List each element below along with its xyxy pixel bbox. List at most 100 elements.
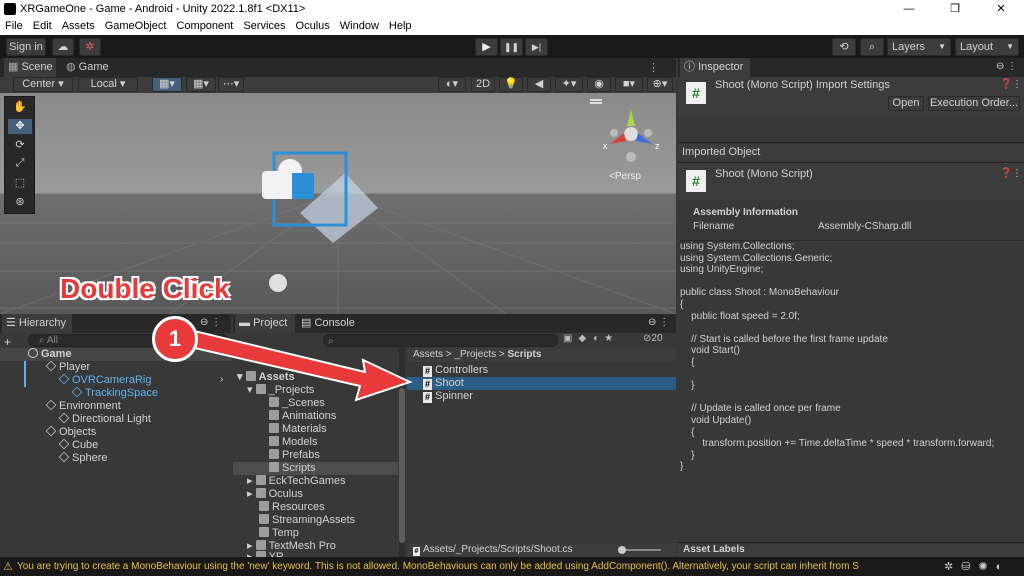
pivot-dropdown[interactable]: Center ▾ bbox=[13, 77, 73, 92]
tab-scene-label: Scene bbox=[21, 61, 53, 73]
play-button[interactable]: ▶ bbox=[475, 38, 498, 56]
script-preview: using System.Collections; using System.C… bbox=[680, 240, 1024, 502]
transform-tool-icon[interactable]: ⊛ bbox=[8, 195, 32, 210]
hierarchy-item-directional-light[interactable]: Directional Light bbox=[58, 412, 151, 426]
hidden-count[interactable]: ⊘20 bbox=[643, 333, 663, 344]
asset-labels-header[interactable]: Asset Labels bbox=[678, 542, 1024, 557]
zoom-slider[interactable] bbox=[618, 546, 661, 554]
menu-gameobject[interactable]: GameObject bbox=[100, 18, 172, 32]
menu-edit[interactable]: Edit bbox=[28, 18, 57, 32]
step-button[interactable]: ▶| bbox=[525, 38, 548, 56]
project-tree-oculus[interactable]: ▸ Oculus bbox=[247, 488, 303, 501]
increment-snap-icon[interactable]: ⋯▾ bbox=[218, 77, 244, 92]
sign-in-button[interactable]: Sign in bbox=[6, 38, 46, 56]
hierarchy-item-sphere[interactable]: Sphere bbox=[58, 451, 107, 465]
hierarchy-item-label: Cube bbox=[72, 439, 99, 451]
collab-icon[interactable]: ✲ bbox=[79, 38, 101, 56]
layout-dropdown[interactable]: Layout ▼ bbox=[955, 38, 1019, 56]
drag-handle-icon[interactable] bbox=[590, 99, 602, 101]
space-label: Local bbox=[90, 78, 117, 90]
menu-component[interactable]: Component bbox=[171, 18, 238, 32]
layers-dropdown[interactable]: Layers ▼ bbox=[887, 38, 951, 56]
lock-icon[interactable]: ⊖ ⋮ bbox=[648, 317, 669, 328]
project-tree-temp[interactable]: Temp bbox=[259, 527, 299, 540]
cloud-icon[interactable]: ☁ bbox=[52, 38, 74, 56]
execution-order-button[interactable]: Execution Order... bbox=[928, 96, 1020, 111]
hierarchy-item-cube[interactable]: Cube bbox=[58, 438, 99, 452]
menu-dots-icon[interactable]: ⋮ bbox=[648, 61, 659, 74]
minimize-button[interactable]: — bbox=[886, 0, 932, 18]
lock-icon[interactable]: ⊖ ⋮ bbox=[996, 61, 1017, 72]
draw-mode-icon[interactable]: ◐▾ bbox=[438, 77, 466, 92]
gizmos-icon[interactable]: ⊕▾ bbox=[647, 77, 673, 92]
tab-game[interactable]: ◍ Game bbox=[62, 58, 114, 77]
snap-toggle[interactable]: ▦▾ bbox=[152, 77, 182, 92]
pivot-label: Center bbox=[22, 78, 56, 90]
close-button[interactable]: ✕ bbox=[978, 0, 1024, 18]
space-dropdown[interactable]: Local ▾ bbox=[78, 77, 138, 92]
status-message[interactable]: You are trying to create a MonoBehaviour… bbox=[17, 561, 917, 572]
menu-window[interactable]: Window bbox=[335, 18, 384, 32]
hand-tool-icon[interactable]: ✋ bbox=[8, 100, 32, 115]
hierarchy-item-game[interactable]: Game bbox=[28, 348, 72, 361]
hierarchy-item-player[interactable]: Player bbox=[45, 360, 90, 374]
file-spinner[interactable]: # Spinner bbox=[423, 390, 473, 403]
hierarchy-item-objects[interactable]: Objects bbox=[45, 425, 96, 439]
tab-inspector-label: Inspector bbox=[698, 61, 744, 73]
hierarchy-item-label: Game bbox=[41, 348, 72, 360]
tool-palette: ✋ ✥ ⟳ ⤢ ⬚ ⊛ bbox=[4, 96, 35, 214]
tab-inspector[interactable]: ⓘ Inspector bbox=[680, 58, 750, 77]
project-tree-resources[interactable]: Resources bbox=[259, 501, 325, 514]
help-icon[interactable]: ❓ bbox=[1000, 168, 1012, 179]
status-icons[interactable]: ✲⛁✺◐ bbox=[944, 560, 1010, 573]
tab-scene[interactable]: ▦ Scene bbox=[4, 58, 56, 77]
menu-services[interactable]: Services bbox=[238, 18, 290, 32]
menu-file[interactable]: File bbox=[0, 18, 28, 32]
add-button[interactable]: + bbox=[4, 335, 11, 349]
hierarchy-item-environment[interactable]: Environment bbox=[45, 399, 121, 413]
project-tree-scripts[interactable]: Scripts bbox=[233, 462, 398, 475]
help-icon[interactable]: ❓ bbox=[1000, 79, 1012, 90]
hierarchy-item-ovrcamerarig[interactable]: OVRCameraRig bbox=[58, 373, 151, 387]
project-tree-ecktechgames[interactable]: ▸ EckTechGames bbox=[247, 475, 346, 488]
audio-icon[interactable]: ◀ bbox=[527, 77, 551, 92]
hierarchy-item-trackingspace[interactable]: TrackingSpace bbox=[71, 386, 158, 400]
project-tree-materials[interactable]: Materials bbox=[269, 423, 327, 436]
project-tree-models[interactable]: Models bbox=[269, 436, 317, 449]
maximize-button[interactable]: ❐ bbox=[932, 0, 978, 18]
lighting-icon[interactable]: 💡 bbox=[499, 77, 523, 92]
grid-snap-icon[interactable]: ▦▾ bbox=[186, 77, 216, 92]
search-icon[interactable]: ⌕ bbox=[860, 38, 884, 56]
file-controllers[interactable]: # Controllers bbox=[423, 364, 488, 377]
effects-icon[interactable]: ✦▾ bbox=[555, 77, 583, 92]
persp-label[interactable]: <Persp bbox=[609, 171, 641, 182]
scene-viewport[interactable]: ✋ ✥ ⟳ ⤢ ⬚ ⊛ x z <Persp Double Click bbox=[0, 93, 676, 314]
menu-dots-icon[interactable]: ⋮ bbox=[1012, 168, 1022, 179]
tab-hierarchy[interactable]: ☰ Hierarchy bbox=[2, 314, 72, 333]
rect-tool-icon[interactable]: ⬚ bbox=[8, 176, 32, 191]
camera-icon[interactable]: ■▾ bbox=[615, 77, 643, 92]
orientation-gizmo-icon[interactable] bbox=[598, 109, 664, 165]
breadcrumb-projects[interactable]: _Projects bbox=[454, 349, 496, 360]
project-tree-streamingassets[interactable]: StreamingAssets bbox=[259, 514, 355, 527]
filter-icons[interactable]: ▣◆◖★ bbox=[563, 333, 619, 344]
pause-button[interactable]: ❚❚ bbox=[500, 38, 523, 56]
breadcrumb-scripts[interactable]: Scripts bbox=[508, 349, 542, 360]
2d-toggle[interactable]: 2D bbox=[471, 77, 495, 92]
folder-icon bbox=[269, 423, 279, 433]
menu-oculus[interactable]: Oculus bbox=[291, 18, 335, 32]
file-shoot[interactable]: # Shoot bbox=[407, 377, 676, 390]
scale-tool-icon[interactable]: ⤢ bbox=[8, 157, 32, 172]
menu-dots-icon[interactable]: ⋮ bbox=[1012, 79, 1022, 90]
sphere-object[interactable] bbox=[269, 274, 287, 292]
project-tree-prefabs[interactable]: Prefabs bbox=[269, 449, 320, 462]
rotate-tool-icon[interactable]: ⟳ bbox=[8, 138, 32, 153]
menu-assets[interactable]: Assets bbox=[57, 18, 100, 32]
move-tool-icon[interactable]: ✥ bbox=[8, 119, 32, 134]
visibility-icon[interactable]: ◉ bbox=[587, 77, 611, 92]
open-button[interactable]: Open bbox=[888, 96, 924, 111]
file-label: Spinner bbox=[435, 390, 473, 402]
slider-thumb[interactable] bbox=[618, 546, 626, 554]
menu-help[interactable]: Help bbox=[384, 18, 417, 32]
history-icon[interactable]: ⟲ bbox=[832, 38, 856, 56]
